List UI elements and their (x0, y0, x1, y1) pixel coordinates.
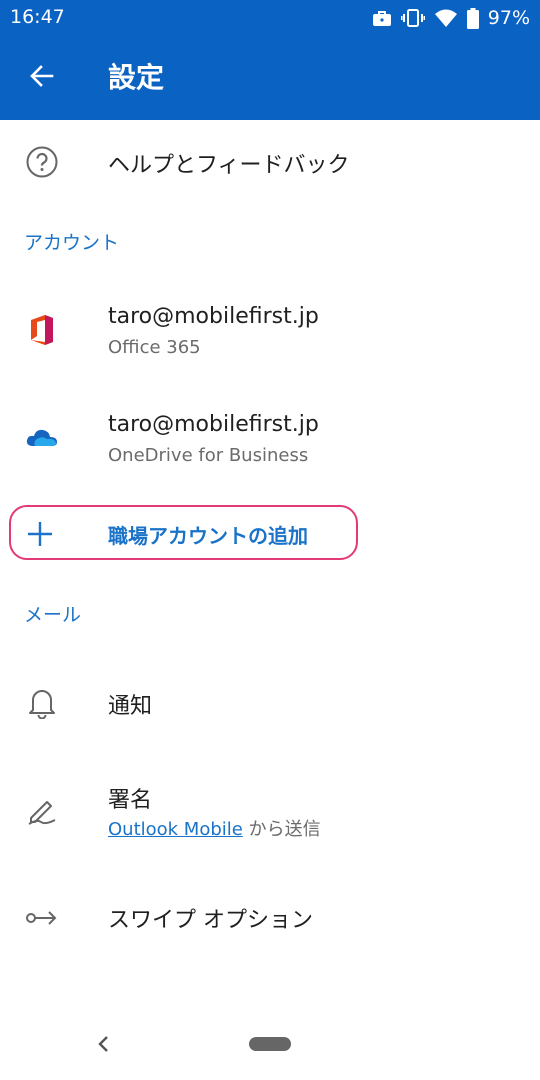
accounts-section-header: アカウント (24, 232, 120, 254)
status-icons: 97% (372, 5, 530, 31)
system-nav-bar (0, 1010, 540, 1080)
onedrive-icon (22, 418, 62, 458)
signature-suffix: から送信 (242, 819, 321, 840)
bell-icon (22, 682, 62, 722)
swipe-options-label: スワイプ オプション (108, 908, 313, 933)
help-feedback-item[interactable]: ヘルプとフィードバック (0, 120, 540, 206)
account-item-onedrive[interactable]: taro@mobilefirst.jp OneDrive for Busines… (0, 390, 540, 490)
back-button[interactable] (20, 56, 64, 100)
account-item-office365[interactable]: taro@mobilefirst.jp Office 365 (0, 282, 540, 382)
account-email: taro@mobilefirst.jp (108, 412, 319, 437)
help-feedback-label: ヘルプとフィードバック (108, 153, 350, 178)
vibrate-icon (400, 8, 425, 28)
briefcase-icon (372, 9, 392, 27)
app-bar: 設定 (0, 36, 540, 120)
account-service: Office 365 (108, 337, 201, 358)
account-service: OneDrive for Business (108, 445, 309, 466)
signature-label: 署名 (108, 788, 153, 813)
add-work-account-button[interactable]: 職場アカウントの追加 (9, 505, 358, 560)
notifications-label: 通知 (108, 694, 153, 719)
status-time: 16:47 (10, 6, 65, 28)
swipe-options-item[interactable]: スワイプ オプション (0, 866, 540, 966)
add-work-account-label: 職場アカウントの追加 (108, 524, 308, 548)
arrow-left-icon (29, 63, 55, 93)
outlook-mobile-link[interactable]: Outlook Mobile (108, 819, 243, 840)
page-title: 設定 (108, 61, 165, 94)
nav-back-icon[interactable] (93, 1032, 113, 1056)
wifi-icon (434, 8, 458, 28)
nav-home-pill[interactable] (249, 1037, 291, 1051)
office-365-icon (22, 310, 62, 350)
mail-section-header: メール (24, 604, 82, 626)
swipe-arrow-icon (22, 898, 62, 938)
signature-item[interactable]: 署名 Outlook Mobile から送信 (0, 760, 540, 860)
battery-percent: 97% (487, 7, 530, 29)
signature-value: Outlook Mobile から送信 (108, 815, 321, 841)
battery-icon (466, 7, 479, 29)
notifications-item[interactable]: 通知 (0, 650, 540, 754)
question-circle-icon (22, 142, 62, 182)
signature-pen-icon (22, 790, 62, 830)
status-bar: 16:47 97% (0, 0, 540, 36)
plus-icon (25, 519, 55, 549)
account-email: taro@mobilefirst.jp (108, 304, 319, 329)
